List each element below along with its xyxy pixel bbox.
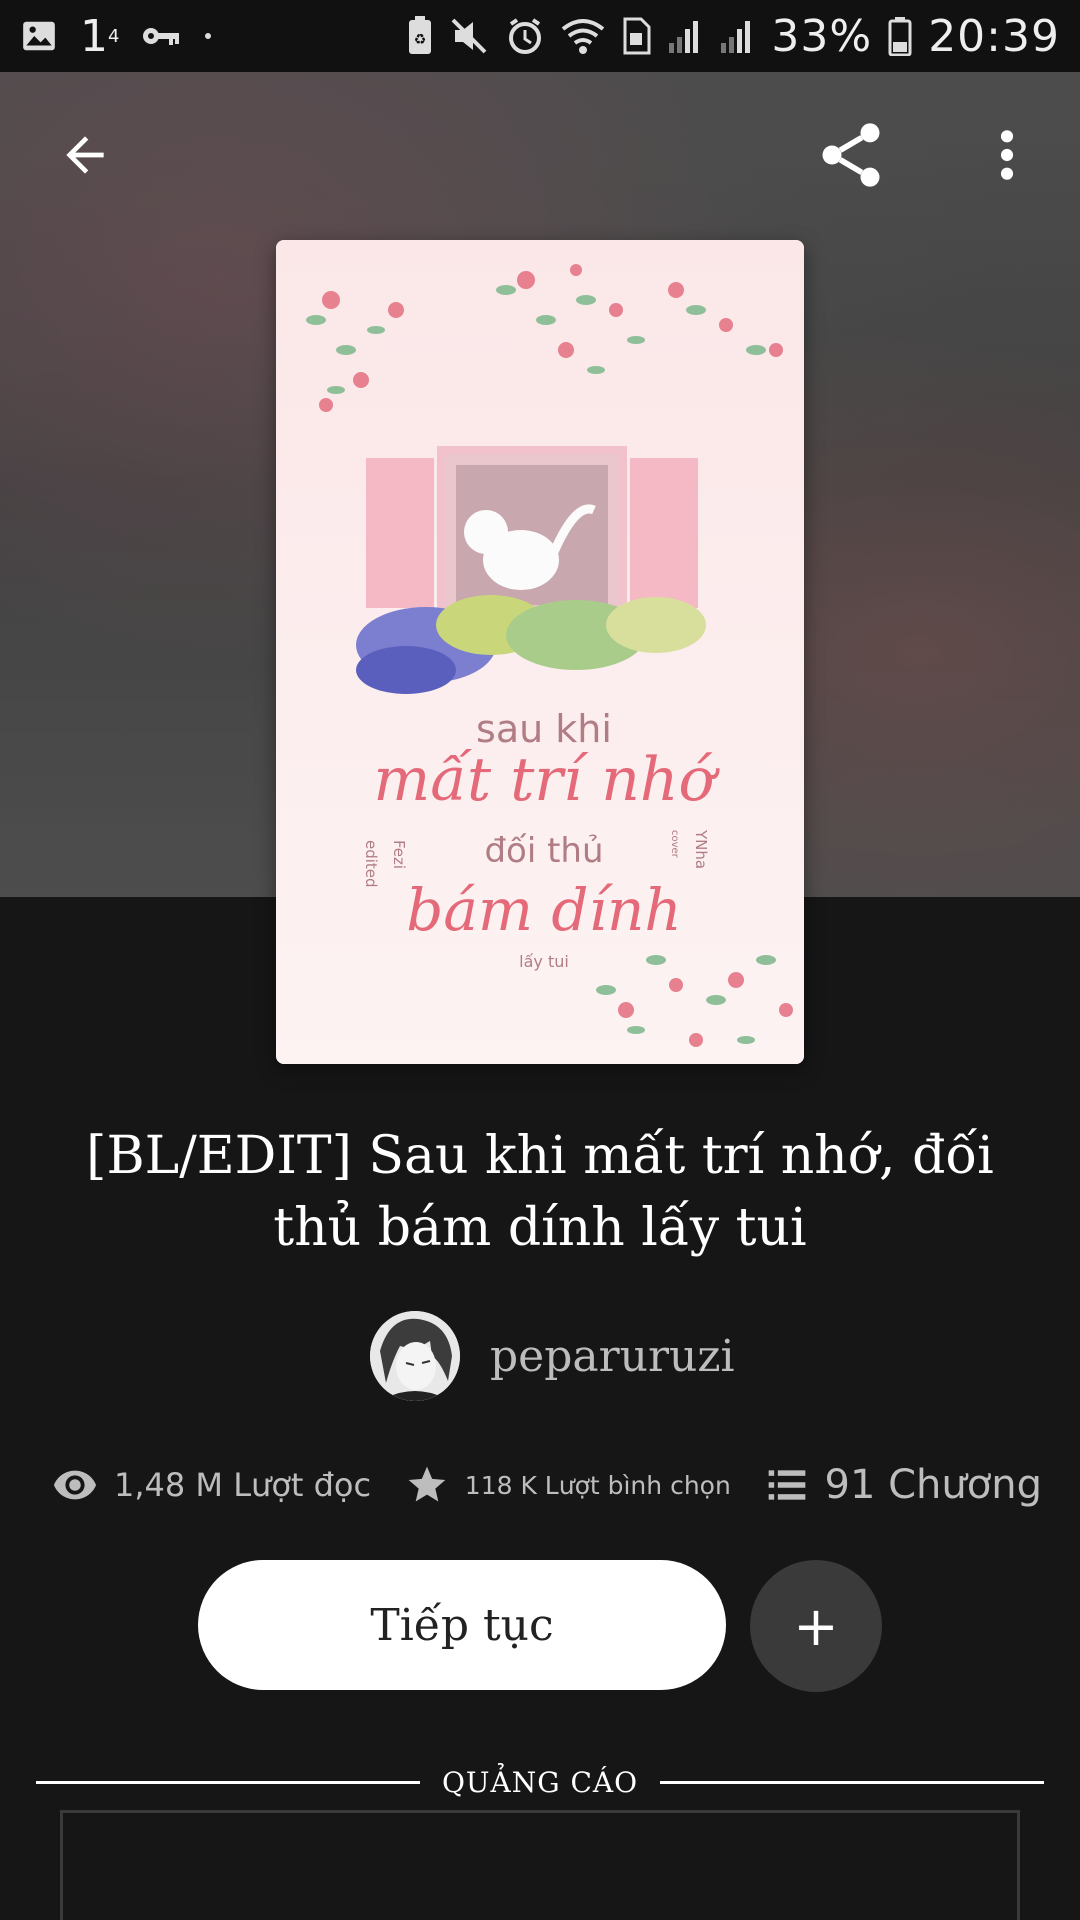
notification-count-value: 1: [80, 10, 108, 62]
add-to-library-button[interactable]: +: [750, 1560, 882, 1692]
cover-text-line2: mất trí nhớ: [373, 745, 720, 815]
continue-reading-button[interactable]: Tiếp tục: [198, 1560, 726, 1690]
vpn-key-icon: [141, 24, 181, 48]
votes-count: 118 K Lượt bình chọn: [464, 1470, 731, 1500]
book-cover-art: sau khi mất trí nhớ đối thủ bám dính lấy…: [276, 240, 804, 1064]
battery-percentage: 33%: [771, 10, 873, 62]
battery-saver-icon: ♻: [407, 16, 433, 56]
cover-text-line3: đối thủ: [484, 831, 603, 871]
wifi-icon: [561, 17, 605, 55]
ad-divider-line-right: [660, 1780, 1045, 1784]
notification-count-sup: 4: [108, 25, 120, 47]
reads-count: 1,48 M Lượt đọc: [114, 1466, 372, 1504]
list-icon: [768, 1470, 805, 1500]
ad-container[interactable]: [60, 1810, 1020, 1920]
back-button[interactable]: [40, 110, 130, 200]
more-vertical-icon: [1000, 130, 1014, 180]
notification-count: 14: [80, 11, 119, 62]
battery-icon: [888, 16, 912, 56]
image-notification-icon: [20, 17, 58, 55]
clock: 20:39: [928, 10, 1060, 62]
dot-icon: [203, 31, 213, 41]
plus-icon: +: [793, 1594, 839, 1658]
book-stats: 1,48 M Lượt đọc 118 K Lượt bình chọn 91 …: [52, 1455, 1042, 1515]
status-bar: 14 ♻ 33% 20:39: [0, 0, 1080, 72]
sim-card-icon: [621, 17, 651, 55]
share-button[interactable]: [806, 110, 896, 200]
cover-text-line4: bám dính: [406, 876, 682, 944]
cover-side-left: edited: [362, 840, 380, 888]
cover-side-right2: cover: [669, 830, 680, 859]
avatar-image: [370, 1311, 460, 1401]
book-cover[interactable]: sau khi mất trí nhớ đối thủ bám dính lấy…: [276, 240, 804, 1064]
cover-side-right: YNha: [692, 829, 710, 869]
ad-label: QUẢNG CÁO: [441, 1765, 639, 1799]
signal-1-icon: [667, 19, 703, 53]
more-options-button[interactable]: [962, 110, 1052, 200]
chapters-stat[interactable]: 91 Chương: [765, 1462, 1042, 1508]
share-icon: [822, 123, 880, 187]
chapters-count: 91 Chương: [824, 1462, 1042, 1508]
ad-divider-line-left: [36, 1780, 420, 1784]
star-icon: [408, 1466, 446, 1502]
arrow-back-icon: [66, 136, 104, 174]
book-title: [BL/EDIT] Sau khi mất trí nhớ, đối thủ b…: [86, 1126, 994, 1258]
reads-stat: 1,48 M Lượt đọc: [52, 1462, 371, 1508]
alarm-icon: [505, 16, 545, 56]
svg-text:♻: ♻: [414, 32, 427, 48]
author-row[interactable]: peparuruzi: [370, 1310, 735, 1402]
author-avatar[interactable]: [370, 1311, 460, 1401]
ad-divider: QUẢNG CÁO: [36, 1762, 1045, 1802]
eye-icon: [53, 1470, 97, 1500]
signal-2-icon: [719, 19, 755, 53]
cover-text-line5: lấy tui: [519, 952, 569, 971]
cover-side-left2: Fezi: [390, 840, 408, 869]
author-name[interactable]: peparuruzi: [490, 1331, 735, 1382]
votes-stat: 118 K Lượt bình chọn: [405, 1463, 731, 1507]
vibrate-mute-icon: [449, 16, 489, 56]
